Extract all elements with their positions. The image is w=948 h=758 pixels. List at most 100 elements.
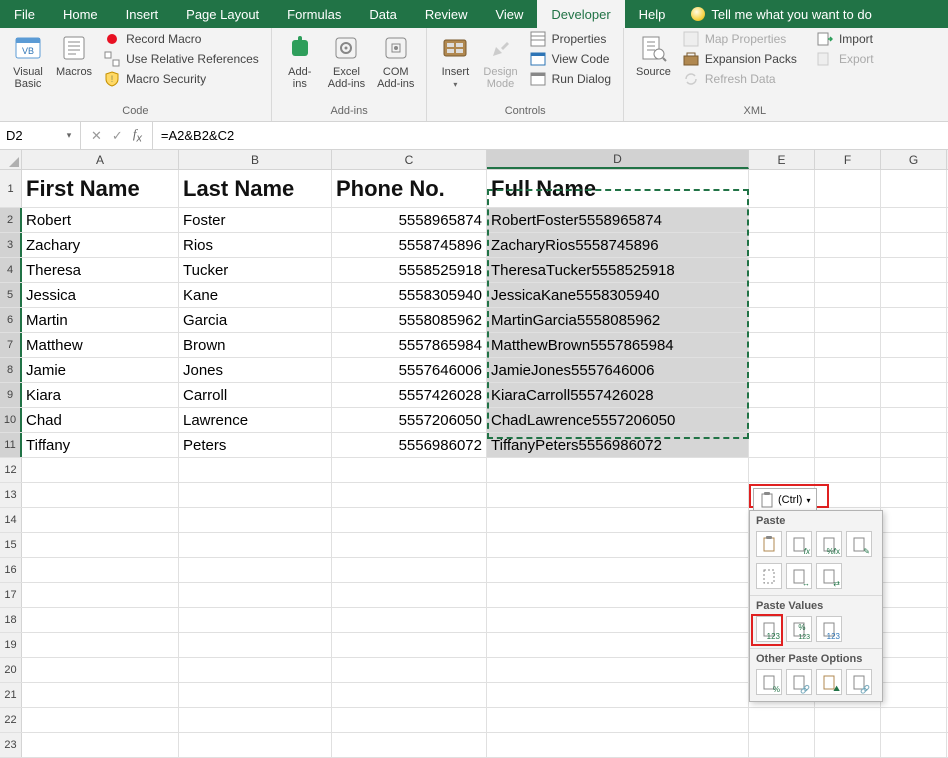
cell-A7[interactable]: Matthew <box>22 333 179 357</box>
excel-addins-button[interactable]: Excel Add-ins <box>324 30 369 92</box>
cell-E6[interactable] <box>749 308 815 332</box>
cell-B5[interactable]: Kane <box>179 283 332 307</box>
cell-E4[interactable] <box>749 258 815 282</box>
select-all-button[interactable] <box>0 150 22 169</box>
tab-insert[interactable]: Insert <box>112 0 173 28</box>
row-header-10[interactable]: 10 <box>0 408 22 432</box>
paste-column-widths-icon[interactable]: ↔ <box>786 563 812 589</box>
cell-D16[interactable] <box>487 558 749 582</box>
cancel-formula-icon[interactable]: ✕ <box>91 128 102 144</box>
cell-B1[interactable]: Last Name <box>179 170 332 207</box>
cell-B16[interactable] <box>179 558 332 582</box>
cell-G7[interactable] <box>881 333 947 357</box>
cell-B8[interactable]: Jones <box>179 358 332 382</box>
cell-F23[interactable] <box>815 733 881 757</box>
tab-page-layout[interactable]: Page Layout <box>172 0 273 28</box>
cell-D5[interactable]: JessicaKane5558305940 <box>487 283 749 307</box>
cell-D19[interactable] <box>487 633 749 657</box>
cell-G23[interactable] <box>881 733 947 757</box>
addins-button[interactable]: Add- ins <box>280 30 320 92</box>
cell-A3[interactable]: Zachary <box>22 233 179 257</box>
cell-A17[interactable] <box>22 583 179 607</box>
cell-G8[interactable] <box>881 358 947 382</box>
paste-formulas-icon[interactable]: fx <box>786 531 812 557</box>
cell-G2[interactable] <box>881 208 947 232</box>
cell-E9[interactable] <box>749 383 815 407</box>
cell-F3[interactable] <box>815 233 881 257</box>
cell-F12[interactable] <box>815 458 881 482</box>
cell-D11[interactable]: TiffanyPeters5556986072 <box>487 433 749 457</box>
cell-C12[interactable] <box>332 458 487 482</box>
cell-A22[interactable] <box>22 708 179 732</box>
cell-B20[interactable] <box>179 658 332 682</box>
cell-B6[interactable]: Garcia <box>179 308 332 332</box>
cell-C15[interactable] <box>332 533 487 557</box>
cell-C1[interactable]: Phone No. <box>332 170 487 207</box>
cell-B18[interactable] <box>179 608 332 632</box>
cell-A16[interactable] <box>22 558 179 582</box>
cell-C9[interactable]: 5557426028 <box>332 383 487 407</box>
tab-view[interactable]: View <box>481 0 537 28</box>
cell-A11[interactable]: Tiffany <box>22 433 179 457</box>
cell-C2[interactable]: 5558965874 <box>332 208 487 232</box>
cell-E1[interactable] <box>749 170 815 207</box>
macros-button[interactable]: Macros <box>52 30 96 92</box>
cell-G14[interactable] <box>881 508 947 532</box>
cell-D15[interactable] <box>487 533 749 557</box>
cell-C13[interactable] <box>332 483 487 507</box>
tab-home[interactable]: Home <box>49 0 112 28</box>
cell-D10[interactable]: ChadLawrence5557206050 <box>487 408 749 432</box>
visual-basic-button[interactable]: VBVisual Basic <box>8 30 48 92</box>
cell-A20[interactable] <box>22 658 179 682</box>
cell-A23[interactable] <box>22 733 179 757</box>
insert-control-button[interactable]: Insert▾ <box>435 30 475 92</box>
cell-E10[interactable] <box>749 408 815 432</box>
cell-B15[interactable] <box>179 533 332 557</box>
cell-D6[interactable]: MartinGarcia5558085962 <box>487 308 749 332</box>
cell-G16[interactable] <box>881 558 947 582</box>
row-header-8[interactable]: 8 <box>0 358 22 382</box>
cell-F10[interactable] <box>815 408 881 432</box>
paste-values-source-format-icon[interactable]: 123 <box>816 616 842 642</box>
paste-all-icon[interactable] <box>756 531 782 557</box>
cell-G5[interactable] <box>881 283 947 307</box>
row-header-18[interactable]: 18 <box>0 608 22 632</box>
cell-B7[interactable]: Brown <box>179 333 332 357</box>
cell-D14[interactable] <box>487 508 749 532</box>
macro-security-button[interactable]: !Macro Security <box>100 70 263 88</box>
cell-A18[interactable] <box>22 608 179 632</box>
relative-refs-button[interactable]: Use Relative References <box>100 50 263 68</box>
cell-C6[interactable]: 5558085962 <box>332 308 487 332</box>
cell-B19[interactable] <box>179 633 332 657</box>
cell-C16[interactable] <box>332 558 487 582</box>
tab-file[interactable]: File <box>0 0 49 28</box>
cell-B9[interactable]: Carroll <box>179 383 332 407</box>
cell-C23[interactable] <box>332 733 487 757</box>
cell-D8[interactable]: JamieJones5557646006 <box>487 358 749 382</box>
cell-F13[interactable] <box>815 483 881 507</box>
cell-E22[interactable] <box>749 708 815 732</box>
row-header-22[interactable]: 22 <box>0 708 22 732</box>
cell-A14[interactable] <box>22 508 179 532</box>
run-dialog-button[interactable]: Run Dialog <box>526 70 615 88</box>
cell-F9[interactable] <box>815 383 881 407</box>
record-macro-button[interactable]: Record Macro <box>100 30 263 48</box>
cell-E3[interactable] <box>749 233 815 257</box>
cell-F8[interactable] <box>815 358 881 382</box>
cell-G9[interactable] <box>881 383 947 407</box>
cell-G15[interactable] <box>881 533 947 557</box>
cell-G17[interactable] <box>881 583 947 607</box>
cell-A15[interactable] <box>22 533 179 557</box>
col-header-B[interactable]: B <box>179 150 332 169</box>
design-mode-button[interactable]: Design Mode <box>479 30 521 92</box>
enter-formula-icon[interactable]: ✓ <box>112 128 123 144</box>
cell-C4[interactable]: 5558525918 <box>332 258 487 282</box>
cell-B13[interactable] <box>179 483 332 507</box>
cell-G11[interactable] <box>881 433 947 457</box>
row-header-6[interactable]: 6 <box>0 308 22 332</box>
paste-transpose-icon[interactable]: ⇄ <box>816 563 842 589</box>
cell-C5[interactable]: 5558305940 <box>332 283 487 307</box>
fx-icon[interactable]: fx <box>133 126 142 145</box>
row-header-4[interactable]: 4 <box>0 258 22 282</box>
cell-B4[interactable]: Tucker <box>179 258 332 282</box>
